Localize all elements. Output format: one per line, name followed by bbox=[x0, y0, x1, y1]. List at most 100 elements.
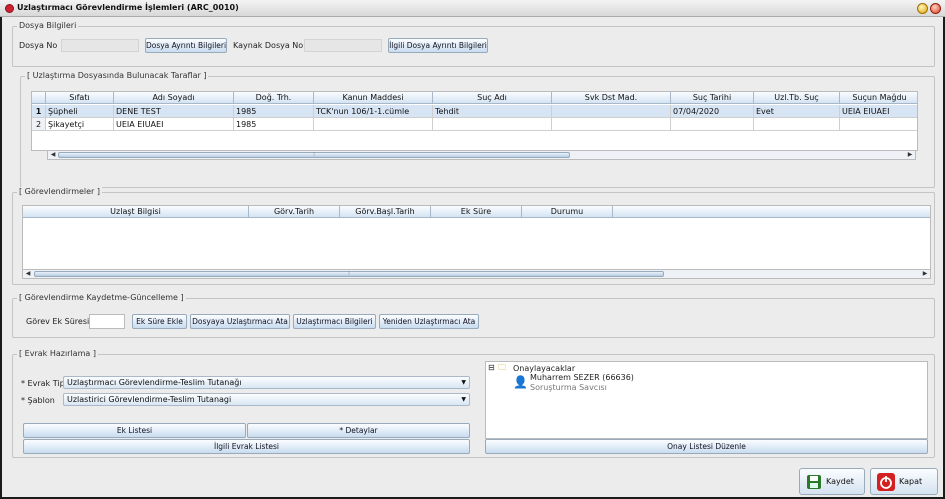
ek-sure-ekle-button[interactable]: Ek Süre Ekle bbox=[132, 314, 187, 329]
ek-sure-input[interactable] bbox=[89, 314, 125, 329]
onay-person-name[interactable]: Muharrem SEZER (66636) bbox=[530, 373, 634, 382]
column-header[interactable]: Doğ. Trh. bbox=[234, 92, 314, 104]
column-header[interactable]: Görv.Başl.Tarih bbox=[340, 206, 431, 218]
column-header-empty bbox=[613, 206, 930, 218]
window-title: Uzlaştırmacı Görevlendirme İşlemleri (AR… bbox=[17, 3, 239, 12]
column-header[interactable]: Adı Soyadı bbox=[114, 92, 234, 104]
dosya-ayrinti-button[interactable]: Dosya Ayrıntı Bilgileri bbox=[145, 38, 227, 53]
gorevlendirmeler-table: Uzlaşt Bilgisi Görv.Tarih Görv.Başl.Tari… bbox=[22, 205, 931, 271]
ilgili-dosya-button[interactable]: İlgili Dosya Ayrıntı Bilgileri bbox=[388, 38, 488, 53]
column-header[interactable]: Sıfatı bbox=[46, 92, 114, 104]
taraflar-group-title: [ Uzlaştırma Dosyasında Bulunacak Tarafl… bbox=[25, 71, 209, 80]
kaydet-button[interactable]: Kaydet bbox=[799, 468, 865, 495]
row-number: 1 bbox=[32, 105, 46, 118]
table-cell: Şikayetçi bbox=[46, 118, 114, 131]
onay-folder-label[interactable]: Onaylayacaklar bbox=[513, 364, 575, 373]
ilgili-evrak-listesi-button[interactable]: İlgili Evrak Listesi bbox=[23, 439, 470, 454]
tree-collapse-icon[interactable]: ⊟ bbox=[488, 363, 495, 372]
scroll-right-icon[interactable]: ▶ bbox=[920, 270, 930, 278]
dosya-bilgileri-group: Dosya Bilgileri Dosya No Dosya Ayrıntı B… bbox=[12, 21, 935, 67]
column-header[interactable]: Suç Tarihi bbox=[671, 92, 754, 104]
taraflar-group: [ Uzlaştırma Dosyasında Bulunacak Tarafl… bbox=[20, 71, 935, 188]
kaynak-dosya-label: Kaynak Dosya No bbox=[233, 41, 304, 50]
kaynak-dosya-field[interactable] bbox=[304, 39, 382, 52]
evrak-tipi-label: * Evrak Tipi bbox=[21, 379, 67, 388]
gorev-group-title: [ Görevlendirmeler ] bbox=[17, 187, 103, 196]
dosya-no-label: Dosya No bbox=[19, 41, 58, 50]
table-cell: Tehdit bbox=[433, 105, 552, 118]
table-cell bbox=[433, 118, 552, 131]
evrak-group-title: [ Evrak Hazırlama ] bbox=[17, 349, 98, 358]
kapat-button[interactable]: Kapat bbox=[870, 468, 938, 495]
table-cell bbox=[754, 118, 840, 131]
onay-tree: ⊟ 🗀 Onaylayacaklar 👤 Muharrem SEZER (666… bbox=[485, 361, 928, 439]
uzlastirmaci-bilgileri-button[interactable]: Uzlaştırmacı Bilgileri bbox=[293, 314, 376, 329]
table-cell: 07/04/2020 bbox=[671, 105, 754, 118]
table-cell: UEIA EIUAEI bbox=[114, 118, 234, 131]
kaydet-label: Kaydet bbox=[826, 477, 854, 486]
table-cell: 1985 bbox=[234, 105, 314, 118]
window-frame: Dosya Bilgileri Dosya No Dosya Ayrıntı B… bbox=[0, 17, 945, 499]
table-cell bbox=[552, 118, 671, 131]
evrak-tipi-value: Uzlaştırmacı Görevlendirme-Teslim Tutana… bbox=[67, 378, 242, 387]
sablon-value: Uzlastirici Görevlendirme-Teslim Tutanag… bbox=[67, 395, 232, 404]
column-header[interactable]: Uzlaşt Bilgisi bbox=[23, 206, 249, 218]
table-cell: DENE TEST bbox=[114, 105, 234, 118]
dosyaya-uzlastirmaci-ata-button[interactable]: Dosyaya Uzlaştırmacı Ata bbox=[190, 314, 290, 329]
column-header[interactable]: Görv.Tarih bbox=[249, 206, 340, 218]
table-cell: Şüpheli bbox=[46, 105, 114, 118]
taraflar-table: Sıfatı Adı Soyadı Doğ. Trh. Kanun Maddes… bbox=[31, 91, 918, 151]
yeniden-uzlastirmaci-ata-button[interactable]: Yeniden Uzlaştırmacı Ata bbox=[379, 314, 479, 329]
column-header[interactable]: Kanun Maddesi bbox=[314, 92, 433, 104]
chevron-down-icon: ▼ bbox=[461, 396, 466, 403]
table-cell bbox=[552, 105, 671, 118]
column-header[interactable]: Uzl.Tb. Suç bbox=[754, 92, 840, 104]
table-cell: Evet bbox=[754, 105, 840, 118]
close-window-button[interactable] bbox=[930, 3, 941, 14]
evrak-tipi-select[interactable]: Uzlaştırmacı Görevlendirme-Teslim Tutana… bbox=[63, 376, 470, 389]
power-icon bbox=[877, 472, 895, 491]
scroll-thumb[interactable]: ⦙ bbox=[34, 271, 664, 277]
table-cell: UEIA EIUAEI bbox=[840, 105, 917, 118]
column-header[interactable]: Durumu bbox=[522, 206, 613, 218]
table-cell bbox=[671, 118, 754, 131]
onay-person-role: Soruşturma Savcısı bbox=[530, 383, 607, 392]
scroll-thumb[interactable]: ⦙ bbox=[58, 152, 570, 158]
dosya-group-title: Dosya Bilgileri bbox=[17, 21, 79, 30]
table-cell bbox=[840, 118, 917, 131]
column-header[interactable]: Suçun Mağdu bbox=[840, 92, 917, 104]
app-icon bbox=[5, 4, 14, 13]
row-header-corner bbox=[32, 92, 46, 104]
sablon-select[interactable]: Uzlastirici Görevlendirme-Teslim Tutanag… bbox=[63, 393, 470, 406]
save-icon bbox=[807, 474, 821, 489]
title-bar: Uzlaştırmacı Görevlendirme İşlemleri (AR… bbox=[0, 0, 945, 17]
user-icon: 👤 bbox=[513, 375, 528, 389]
column-header[interactable]: Ek Süre bbox=[431, 206, 522, 218]
onay-listesi-duzenle-button[interactable]: Onay Listesi Düzenle bbox=[485, 439, 928, 454]
gorev-hscrollbar[interactable]: ◀ ⦙ ▶ bbox=[22, 269, 931, 279]
minimize-button[interactable] bbox=[917, 3, 928, 14]
gorevlendirmeler-group: [ Görevlendirmeler ] Uzlaşt Bilgisi Görv… bbox=[12, 187, 935, 285]
ek-sure-label: Görev Ek Süresi bbox=[26, 317, 90, 326]
taraflar-hscrollbar[interactable]: ◀ ⦙ ▶ bbox=[47, 150, 916, 160]
kaydet-group-title: [ Görevlendirme Kaydetme-Güncelleme ] bbox=[17, 293, 186, 302]
scroll-left-icon[interactable]: ◀ bbox=[23, 270, 33, 278]
table-cell: TCK'nun 106/1-1.cümle bbox=[314, 105, 433, 118]
table-row[interactable]: 2 Şikayetçi UEIA EIUAEI 1985 bbox=[32, 118, 917, 131]
table-cell: 1985 bbox=[234, 118, 314, 131]
table-cell bbox=[314, 118, 433, 131]
column-header[interactable]: Svk Dst Mad. bbox=[552, 92, 671, 104]
column-header[interactable]: Suç Adı bbox=[433, 92, 552, 104]
kapat-label: Kapat bbox=[899, 477, 923, 486]
kaydetme-group: [ Görevlendirme Kaydetme-Güncelleme ] Gö… bbox=[12, 293, 935, 338]
scroll-left-icon[interactable]: ◀ bbox=[48, 151, 58, 159]
evrak-hazirlama-group: [ Evrak Hazırlama ] * Evrak Tipi Uzlaştı… bbox=[12, 349, 935, 458]
ek-listesi-button[interactable]: Ek Listesi bbox=[23, 423, 246, 438]
dosya-no-field[interactable] bbox=[61, 39, 139, 52]
folder-icon: 🗀 bbox=[498, 363, 506, 372]
sablon-label: * Şablon bbox=[21, 396, 55, 405]
detaylar-button[interactable]: * Detaylar bbox=[247, 423, 470, 438]
table-row[interactable]: 1 Şüpheli DENE TEST 1985 TCK'nun 106/1-1… bbox=[32, 105, 917, 118]
scroll-right-icon[interactable]: ▶ bbox=[905, 151, 915, 159]
chevron-down-icon: ▼ bbox=[461, 379, 466, 386]
